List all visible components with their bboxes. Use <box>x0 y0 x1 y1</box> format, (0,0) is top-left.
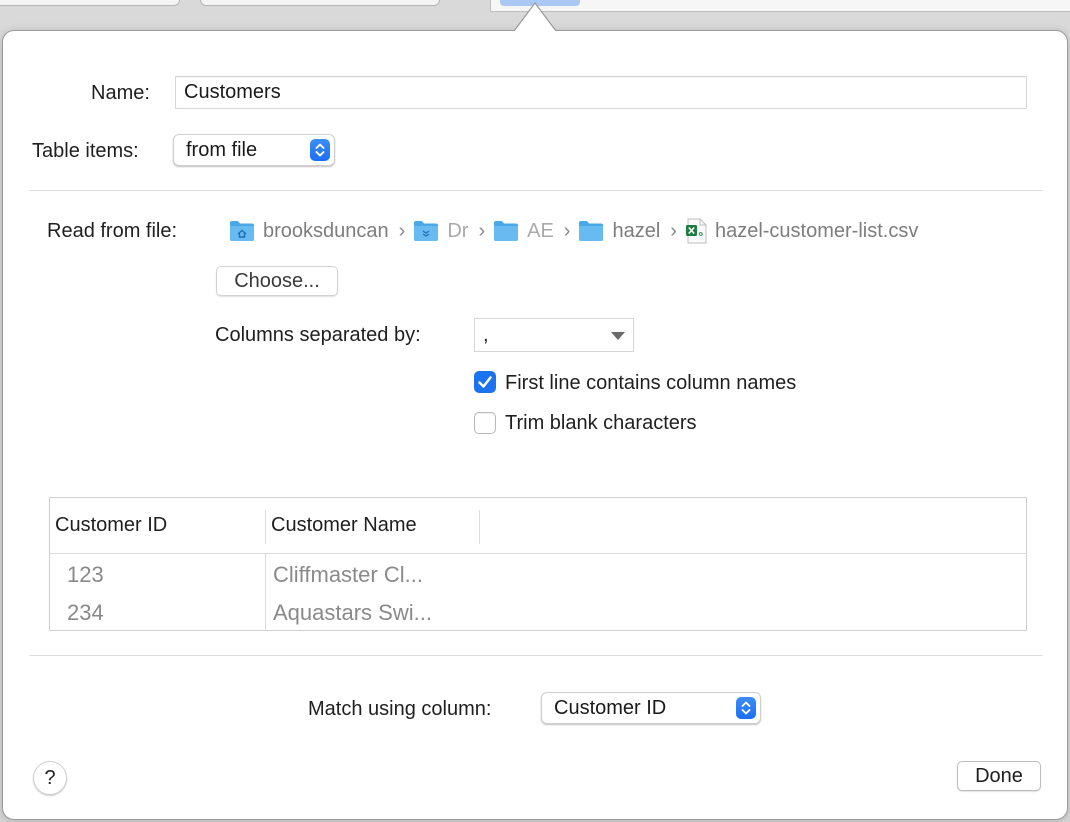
folder-icon <box>494 221 519 241</box>
help-button[interactable]: ? <box>33 761 67 795</box>
section-divider <box>29 655 1043 656</box>
trim-blank-label[interactable]: Trim blank characters <box>505 411 697 435</box>
table-items-popup[interactable]: from file <box>173 134 335 166</box>
excel-file-icon <box>685 218 707 244</box>
path-chevron-icon: › <box>670 219 677 242</box>
first-line-checkbox[interactable] <box>474 371 496 393</box>
background-control <box>200 0 440 6</box>
column-divider <box>265 554 266 630</box>
table-items-value: from file <box>186 139 258 161</box>
preview-table[interactable]: Customer ID Customer Name 123 Cliffmaste… <box>49 497 1027 631</box>
path-segment-brooksduncan[interactable]: brooksduncan <box>229 220 389 243</box>
popup-stepper-icon <box>736 697 756 719</box>
read-from-file-label: Read from file: <box>47 220 178 242</box>
done-button[interactable]: Done <box>957 761 1041 791</box>
cell-customer-id: 234 <box>67 600 104 625</box>
choose-file-button[interactable]: Choose... <box>216 266 338 296</box>
columns-separated-label: Columns separated by: <box>215 324 421 346</box>
name-field[interactable]: Customers <box>175 76 1027 109</box>
background-control <box>0 0 180 6</box>
match-column-value: Customer ID <box>554 697 667 719</box>
column-header-customer-name[interactable]: Customer Name <box>271 514 417 537</box>
section-divider <box>29 190 1043 191</box>
path-segment-ae[interactable]: AE <box>493 220 554 243</box>
column-separator[interactable] <box>265 510 266 544</box>
folder-icon <box>579 221 604 241</box>
path-segment-file[interactable]: hazel-customer-list.csv <box>685 218 918 244</box>
separator-value: , <box>483 324 489 346</box>
first-line-label[interactable]: First line contains column names <box>505 371 796 395</box>
path-chevron-icon: › <box>478 219 486 242</box>
popup-stepper-icon <box>310 139 330 161</box>
column-header-customer-id[interactable]: Customer ID <box>55 514 167 537</box>
path-segment-dropbox[interactable]: Dr <box>413 220 468 243</box>
path-chevron-icon: › <box>398 219 406 242</box>
column-separator[interactable] <box>479 510 480 544</box>
cell-customer-name: Cliffmaster Cl... <box>273 562 423 587</box>
path-segment-hazel[interactable]: hazel <box>578 220 660 243</box>
match-column-label: Match using column: <box>308 698 492 720</box>
path-chevron-icon: › <box>563 219 571 242</box>
dropbox-folder-icon <box>414 221 439 241</box>
cell-customer-name: Aquastars Swi... <box>273 600 432 625</box>
file-path-control[interactable]: brooksduncan › Dr › AE › hazel › hazel-c… <box>229 218 918 244</box>
name-label: Name: <box>91 82 150 104</box>
table-header: Customer ID Customer Name <box>50 498 1026 554</box>
home-folder-icon <box>230 221 254 241</box>
dropdown-triangle-icon[interactable] <box>611 332 625 340</box>
separator-combobox[interactable]: , <box>474 318 634 352</box>
table-items-label: Table items: <box>32 140 139 162</box>
popover-arrow <box>514 2 556 32</box>
match-column-popup[interactable]: Customer ID <box>541 692 761 724</box>
checkmark-icon <box>478 376 492 388</box>
trim-blank-checkbox[interactable] <box>474 412 496 434</box>
table-settings-popover: Name: Customers Table items: from file R… <box>2 30 1068 820</box>
cell-customer-id: 123 <box>67 562 104 587</box>
